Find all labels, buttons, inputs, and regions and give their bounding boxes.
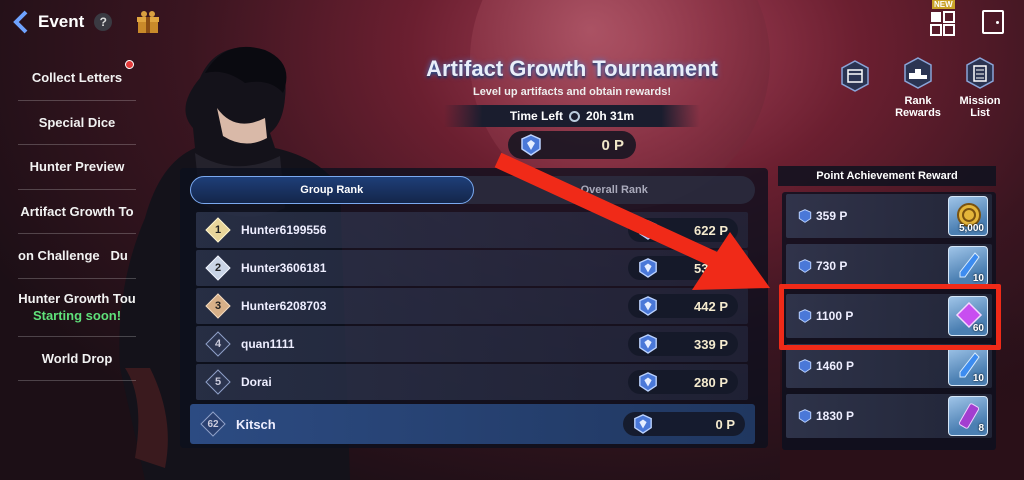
list-item: 1830 P 8	[786, 394, 992, 438]
sidebar-item-collect-letters[interactable]: Collect Letters	[18, 56, 136, 101]
tournament-title: Artifact Growth Tournament	[426, 56, 718, 81]
reward-points: 359 P	[816, 209, 848, 223]
mission-list-button[interactable]: Mission List	[953, 57, 1007, 119]
sidebar-item-hunter-growth[interactable]: Hunter Growth Tou Starting soon!	[18, 279, 136, 337]
chevron-left-icon	[13, 10, 28, 34]
exit-door-icon[interactable]	[982, 10, 1004, 34]
reward-item[interactable]: 8	[948, 396, 988, 436]
reward-points: 1460 P	[816, 359, 855, 373]
player-name: quan1111	[241, 337, 295, 351]
rank-rewards-label: Rank Rewards	[895, 95, 941, 119]
table-row: 5 Dorai 280 P	[196, 364, 748, 400]
tab-group-rank[interactable]: Group Rank	[190, 176, 474, 204]
player-name: Hunter3606181	[241, 261, 327, 275]
highlight-box	[779, 284, 1001, 350]
reward-item[interactable]: 5,000	[948, 196, 988, 236]
sidebar-item-challenge[interactable]: on Challenge Du	[18, 234, 136, 279]
gift-shop-button[interactable]	[134, 8, 162, 36]
sidebar-item-hunter-preview[interactable]: Hunter Preview	[18, 145, 136, 190]
calendar-icon[interactable]	[840, 60, 870, 92]
help-button[interactable]: ?	[94, 13, 113, 31]
list-item: 359 P 5,000	[786, 194, 992, 238]
rank-badge: 62	[200, 411, 226, 437]
top-bar: Event ?	[0, 0, 180, 44]
time-left-value: 20h 31m	[586, 109, 635, 123]
sidebar-item-label: World Drop	[41, 350, 113, 366]
player-name: Hunter6199556	[241, 223, 327, 237]
player-name: Hunter6208703	[241, 299, 327, 313]
list-item: 1460 P 10	[786, 344, 992, 388]
point-emblem-icon	[634, 414, 652, 434]
pointer-arrow	[494, 152, 770, 290]
time-left-bar: Time Left 20h 31m	[444, 105, 700, 127]
mission-list-label: Mission List	[959, 95, 1001, 119]
sidebar-item-label: Hunter Preview	[29, 159, 125, 175]
rank-badge-gold: 1	[205, 217, 231, 243]
point-emblem-icon	[798, 359, 812, 373]
point-emblem-icon	[798, 259, 812, 273]
player-name: Dorai	[241, 375, 272, 389]
rank-badge-bronze: 3	[205, 293, 231, 319]
page-title: Event	[38, 12, 85, 31]
sidebar-item-label: Special Dice	[38, 114, 116, 130]
sidebar-item-world-drop[interactable]: World Drop	[18, 337, 136, 381]
point-emblem-icon	[639, 372, 657, 392]
player-score: 339 P	[628, 332, 738, 356]
point-emblem-icon	[639, 334, 657, 354]
notification-dot	[125, 60, 134, 69]
checklist-icon	[966, 57, 994, 89]
reward-panel-header: Point Achievement Reward	[778, 166, 996, 186]
rank-badge: 5	[205, 369, 231, 395]
sidebar-item-artifact-growth[interactable]: Artifact Growth To	[18, 190, 136, 234]
player-score: 0 P	[623, 412, 745, 436]
tournament-subtitle: Level up artifacts and obtain rewards!	[472, 86, 672, 98]
rank-rewards-button[interactable]: Rank Rewards	[890, 57, 946, 119]
gift-icon	[137, 11, 160, 33]
sidebar-item-label: on Challenge Du	[18, 248, 128, 264]
grid-menu-icon[interactable]	[930, 8, 956, 36]
sidebar-item-label: Hunter Growth Tou	[18, 291, 136, 306]
sidebar-item-label: Artifact Growth To	[20, 203, 134, 219]
rank-badge-silver: 2	[205, 255, 231, 281]
back-button[interactable]	[6, 2, 36, 42]
table-row: 4 quan1111 339 P	[196, 326, 748, 362]
my-rank-row: 62 Kitsch 0 P	[190, 404, 755, 444]
podium-icon	[904, 57, 932, 89]
reward-item[interactable]: 10	[948, 246, 988, 286]
rank-badge: 4	[205, 331, 231, 357]
player-score: 280 P	[628, 370, 738, 394]
sidebar-item-label: Collect Letters	[31, 70, 123, 86]
clock-icon	[569, 110, 581, 122]
reward-points: 730 P	[816, 259, 848, 273]
reward-points: 1830 P	[816, 409, 855, 423]
event-sidebar: Collect Letters Special Dice Hunter Prev…	[18, 56, 136, 381]
point-emblem-icon	[798, 209, 812, 223]
starting-soon-label: Starting soon!	[32, 308, 122, 323]
list-item: 730 P 10	[786, 244, 992, 288]
reward-item[interactable]: 10	[948, 346, 988, 386]
point-emblem-icon	[798, 409, 812, 423]
time-left-label: Time Left	[509, 109, 564, 123]
sidebar-item-special-dice[interactable]: Special Dice	[18, 101, 136, 145]
player-name: Kitsch	[236, 416, 276, 432]
